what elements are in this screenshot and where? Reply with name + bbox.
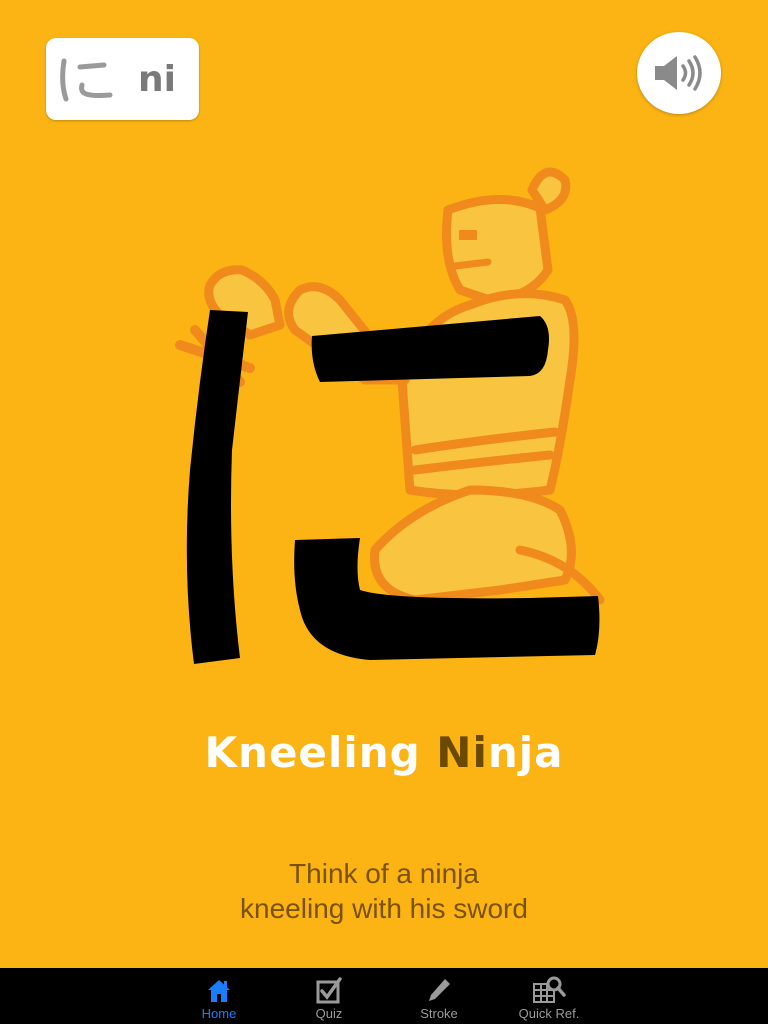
mnemonic-description-line1: Think of a ninja — [289, 858, 479, 889]
kana-card[interactable]: ni — [46, 38, 199, 120]
checkbox-icon — [316, 977, 342, 1004]
mnemonic-title-start: Kneeling — [204, 728, 437, 777]
pencil-icon — [429, 979, 450, 1001]
tab-home-label: Home — [201, 1006, 237, 1021]
mnemonic-title-highlight: Ni — [436, 728, 488, 777]
tab-quiz-label: Quiz — [315, 1006, 343, 1021]
tab-quick-ref[interactable]: Quick Ref. — [494, 968, 604, 1024]
tab-bar: Home Quiz Stroke Quick Ref. — [0, 968, 768, 1024]
mnemonic-description-line2: kneeling with his sword — [240, 893, 528, 924]
tab-quiz[interactable]: Quiz — [274, 968, 384, 1024]
tab-home[interactable]: Home — [164, 968, 274, 1024]
mnemonic-title: Kneeling Ninja — [0, 728, 768, 777]
kneeling-ninja-illustration — [175, 167, 605, 664]
home-icon — [208, 980, 230, 1002]
ninja-figure — [175, 167, 605, 605]
speaker-icon — [655, 55, 702, 91]
sound-button[interactable] — [637, 32, 721, 114]
kana-romaji: ni — [138, 58, 176, 100]
tab-quick-ref-label: Quick Ref. — [518, 1006, 580, 1021]
kana-ni-glyph — [60, 58, 113, 102]
grid-search-icon — [533, 976, 566, 1003]
mnemonic-description: Think of a ninja kneeling with his sword — [0, 856, 768, 926]
mnemonic-title-end: nja — [487, 728, 564, 777]
tab-stroke[interactable]: Stroke — [384, 968, 494, 1024]
tab-stroke-label: Stroke — [420, 1006, 458, 1021]
